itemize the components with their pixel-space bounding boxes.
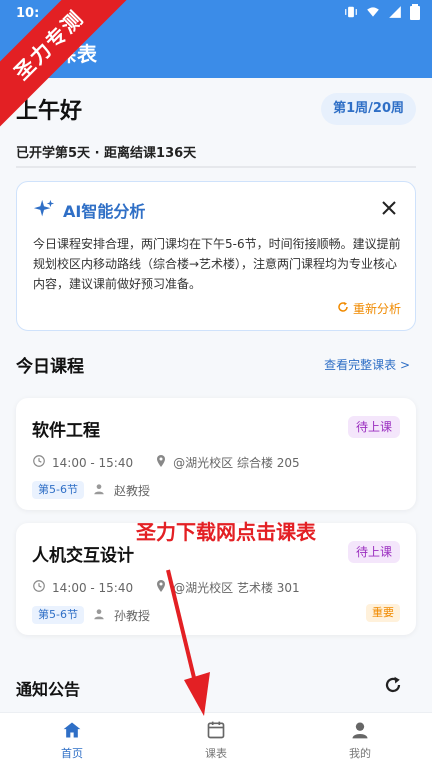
- nav-schedule[interactable]: 课表: [144, 713, 288, 768]
- teacher-icon: [92, 482, 106, 499]
- nav-home-label: 首页: [61, 747, 83, 760]
- course-time-location-row: 14:00 - 15:40 @湖光校区 综合楼 205: [32, 454, 300, 471]
- course-meta-row: 第5-6节 孙教授: [32, 606, 150, 624]
- status-icons: [344, 4, 420, 20]
- clock-icon: [32, 454, 46, 471]
- overlay-caption: 圣力下载网点击课表: [136, 520, 316, 544]
- term-progress: 已开学第5天 · 距离结课136天: [16, 146, 197, 161]
- profile-icon: [350, 720, 370, 743]
- course-time: 14:00 - 15:40: [52, 580, 134, 595]
- close-icon[interactable]: [381, 200, 397, 216]
- ai-analysis-text: 今日课程安排合理，两门课均在下午5-6节，时间衔接顺畅。建议提前规划校区内移动路…: [33, 237, 401, 291]
- notices-title: 通知公告: [16, 680, 81, 699]
- term-divider: [16, 166, 416, 168]
- reanalyze-button[interactable]: 重新分析: [337, 300, 401, 317]
- course-teacher: 孙教授: [113, 608, 150, 623]
- status-time: 10:: [16, 6, 40, 21]
- arrow-icon: [166, 569, 210, 716]
- app-screen: 10: 课表 圣力专测 上午好 第1周/20周 已开学第5天 · 距离结课136…: [0, 0, 432, 768]
- clock-icon: [32, 579, 46, 596]
- course-status-badge: 待上课: [347, 541, 400, 563]
- ai-analysis-title: AI智能分析: [63, 202, 146, 221]
- course-card[interactable]: 软件工程 待上课 14:00 - 15:40 @湖光校区 综合楼 205 第5-…: [16, 398, 416, 510]
- course-time: 14:00 - 15:40: [52, 455, 134, 470]
- nav-home[interactable]: 首页: [0, 713, 144, 768]
- sparkle-icon: [33, 198, 55, 224]
- reanalyze-label: 重新分析: [352, 302, 401, 316]
- ai-analysis-card: AI智能分析 今日课程安排合理，两门课均在下午5-6节，时间衔接顺畅。建议提前规…: [16, 181, 416, 331]
- course-teacher: 赵教授: [113, 483, 150, 498]
- calendar-icon: [206, 720, 226, 743]
- refresh-icon: [337, 301, 349, 316]
- vibrate-icon: [344, 5, 358, 19]
- location-icon: [155, 454, 167, 471]
- bottom-navigation: 首页 课表 我的: [0, 712, 432, 768]
- nav-profile[interactable]: 我的: [288, 713, 432, 768]
- course-location: @湖光校区 综合楼 205: [173, 456, 300, 470]
- wifi-icon: [366, 5, 380, 19]
- course-slot-tag: 第5-6节: [32, 606, 84, 624]
- course-name: 人机交互设计: [32, 546, 134, 566]
- course-status-badge: 待上课: [347, 416, 400, 438]
- course-name: 软件工程: [32, 421, 100, 441]
- signal-icon: [388, 5, 402, 19]
- today-courses-title: 今日课程: [16, 357, 84, 377]
- course-meta-row: 第5-6节 赵教授: [32, 481, 150, 499]
- nav-schedule-label: 课表: [205, 747, 227, 760]
- home-icon: [62, 720, 82, 743]
- notices-refresh-icon[interactable]: [384, 676, 402, 698]
- battery-icon: [410, 4, 420, 20]
- important-tag: 重要: [366, 604, 400, 622]
- week-badge: 第1周/20周: [321, 93, 416, 125]
- view-full-schedule-link[interactable]: 查看完整课表 >: [324, 356, 410, 373]
- nav-profile-label: 我的: [349, 747, 371, 760]
- teacher-icon: [92, 607, 106, 624]
- course-slot-tag: 第5-6节: [32, 481, 84, 499]
